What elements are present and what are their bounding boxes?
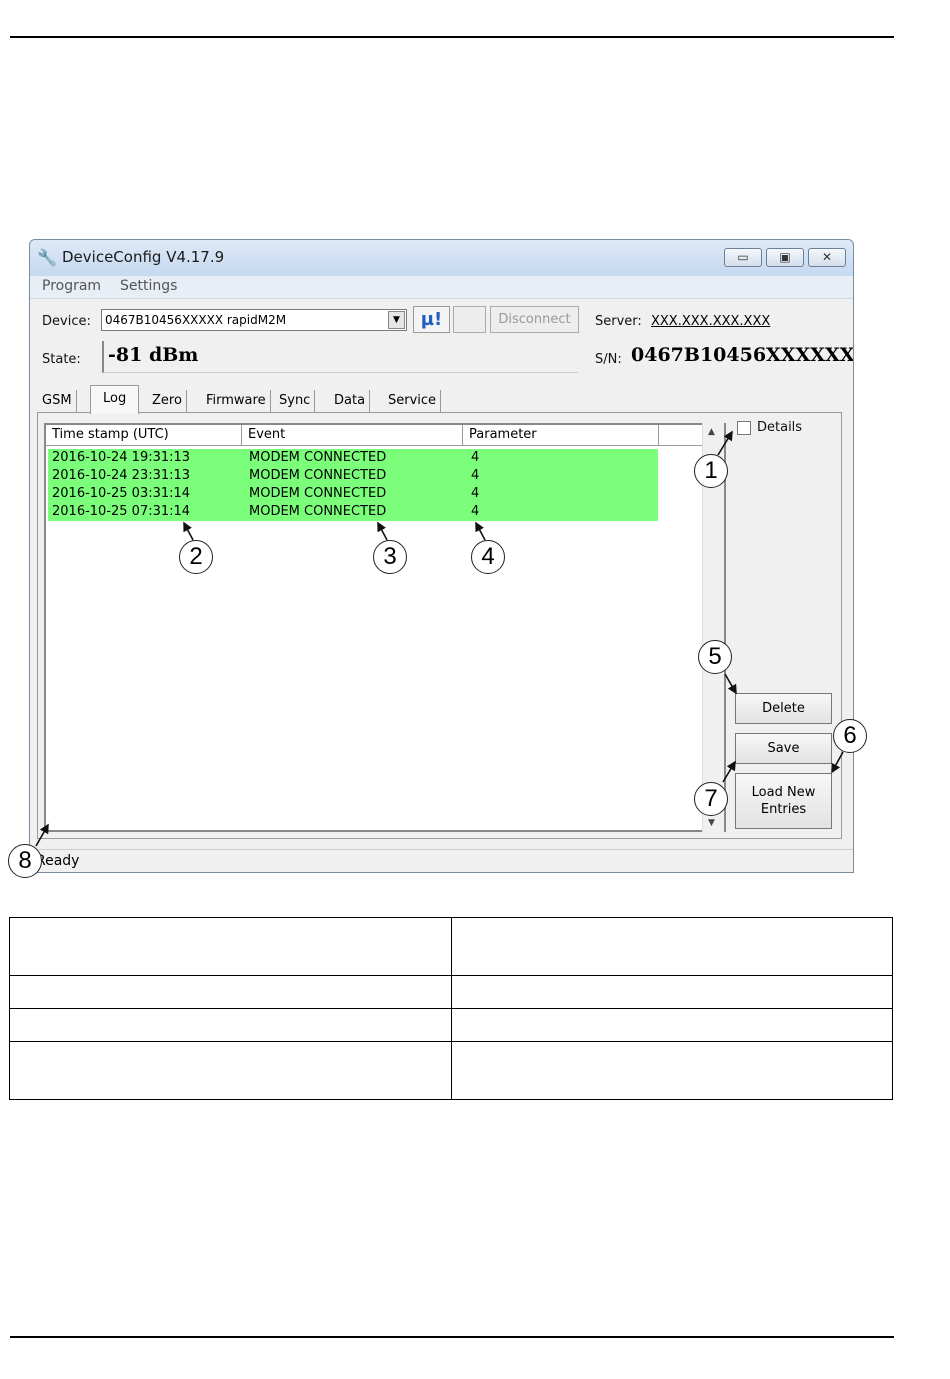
state-label: State: (42, 352, 81, 367)
callout-6: 6 (833, 719, 867, 753)
delete-button[interactable]: Delete (735, 693, 832, 724)
log-grid[interactable]: Time stamp (UTC) Event Parameter 2016-10… (44, 423, 726, 832)
window-title: DeviceConfig V4.17.9 (62, 248, 225, 266)
log-row[interactable]: 2016-10-25 07:31:14 MODEM CONNECTED 4 (48, 503, 658, 521)
table-cell (450, 917, 893, 976)
details-label: Details (757, 420, 803, 435)
tab-sync[interactable]: Sync (275, 390, 316, 412)
row-time: 2016-10-24 23:31:13 (52, 468, 191, 483)
log-row[interactable]: 2016-10-24 23:31:13 MODEM CONNECTED 4 (48, 467, 658, 485)
legend-table (9, 917, 893, 1100)
save-button[interactable]: Save (735, 733, 832, 764)
row-param: 4 (471, 468, 480, 483)
table-cell (450, 1008, 893, 1042)
close-button[interactable]: ✕ (808, 248, 846, 267)
row-param: 4 (471, 450, 480, 465)
tab-data[interactable]: Data (330, 390, 371, 412)
status-text: Ready (36, 853, 80, 869)
row-time: 2016-10-25 07:31:14 (52, 504, 191, 519)
scroll-up-icon[interactable]: ▲ (708, 427, 715, 437)
log-row[interactable]: 2016-10-25 03:31:14 MODEM CONNECTED 4 (48, 485, 658, 503)
chevron-down-icon[interactable]: ▼ (388, 311, 405, 329)
sn-value: 0467B10456XXXXXX (631, 344, 854, 366)
load-line-2: Entries (760, 802, 807, 817)
device-select[interactable]: 0467B10456XXXXX rapidM2M ▼ (101, 309, 407, 331)
top-rule (10, 36, 894, 38)
row-param: 4 (471, 504, 480, 519)
callout-5: 5 (698, 640, 732, 674)
title-bar: 🔧 DeviceConfig V4.17.9 ▭ ▣ ✕ (30, 240, 853, 277)
maximize-button[interactable]: ▣ (766, 248, 804, 267)
table-cell (9, 1008, 452, 1042)
scroll-down-icon[interactable]: ▼ (708, 818, 715, 828)
device-label: Device: (42, 314, 91, 329)
server-link[interactable]: XXX.XXX.XXX.XXX (651, 314, 770, 329)
grid-header: Time stamp (UTC) Event Parameter (46, 425, 706, 446)
sn-label: S/N: (595, 352, 622, 367)
log-row[interactable]: 2016-10-24 19:31:13 MODEM CONNECTED 4 (48, 449, 658, 467)
device-select-value: 0467B10456XXXXX rapidM2M (105, 313, 287, 327)
minimize-button[interactable]: ▭ (724, 248, 762, 267)
callout-1: 1 (694, 454, 728, 488)
details-checkbox[interactable] (737, 421, 751, 435)
tab-log[interactable]: Log (90, 385, 140, 414)
table-cell (9, 917, 452, 976)
col-parameter[interactable]: Parameter (463, 425, 659, 445)
row-event: MODEM CONNECTED (249, 486, 387, 501)
row-event: MODEM CONNECTED (249, 450, 387, 465)
row-time: 2016-10-24 19:31:13 (52, 450, 191, 465)
tab-service[interactable]: Service (384, 390, 442, 412)
load-new-entries-button[interactable]: Load New Entries (735, 773, 832, 829)
callout-8: 8 (8, 844, 42, 878)
row-time: 2016-10-25 03:31:14 (52, 486, 191, 501)
load-line-1: Load New (751, 785, 816, 800)
row-event: MODEM CONNECTED (249, 468, 387, 483)
table-cell (9, 975, 452, 1009)
menu-bar: Program Settings (30, 276, 853, 299)
bottom-rule (10, 1336, 894, 1338)
tab-firmware[interactable]: Firmware (202, 390, 271, 412)
callout-7: 7 (694, 782, 728, 816)
menu-settings[interactable]: Settings (120, 278, 177, 294)
callout-3: 3 (373, 540, 407, 574)
state-value: -81 dBm (108, 344, 199, 366)
blank-button[interactable] (453, 306, 486, 333)
tab-gsm[interactable]: GSM (38, 390, 77, 412)
table-cell (450, 1041, 893, 1100)
col-event[interactable]: Event (242, 425, 463, 445)
row-param: 4 (471, 486, 480, 501)
callout-4: 4 (471, 540, 505, 574)
table-cell (9, 1041, 452, 1100)
server-label: Server: (595, 314, 642, 329)
row-event: MODEM CONNECTED (249, 504, 387, 519)
status-bar: Ready (30, 849, 853, 872)
wrench-icon: 🔧 (37, 248, 57, 267)
bluetooth-button[interactable]: µ! (413, 306, 450, 333)
table-cell (450, 975, 893, 1009)
col-timestamp[interactable]: Time stamp (UTC) (46, 425, 242, 445)
app-window: 🔧 DeviceConfig V4.17.9 ▭ ▣ ✕ Program Set… (29, 239, 854, 873)
disconnect-button[interactable]: Disconnect (490, 306, 579, 333)
tab-zero[interactable]: Zero (148, 390, 187, 412)
callout-2: 2 (179, 540, 213, 574)
menu-program[interactable]: Program (42, 278, 101, 294)
